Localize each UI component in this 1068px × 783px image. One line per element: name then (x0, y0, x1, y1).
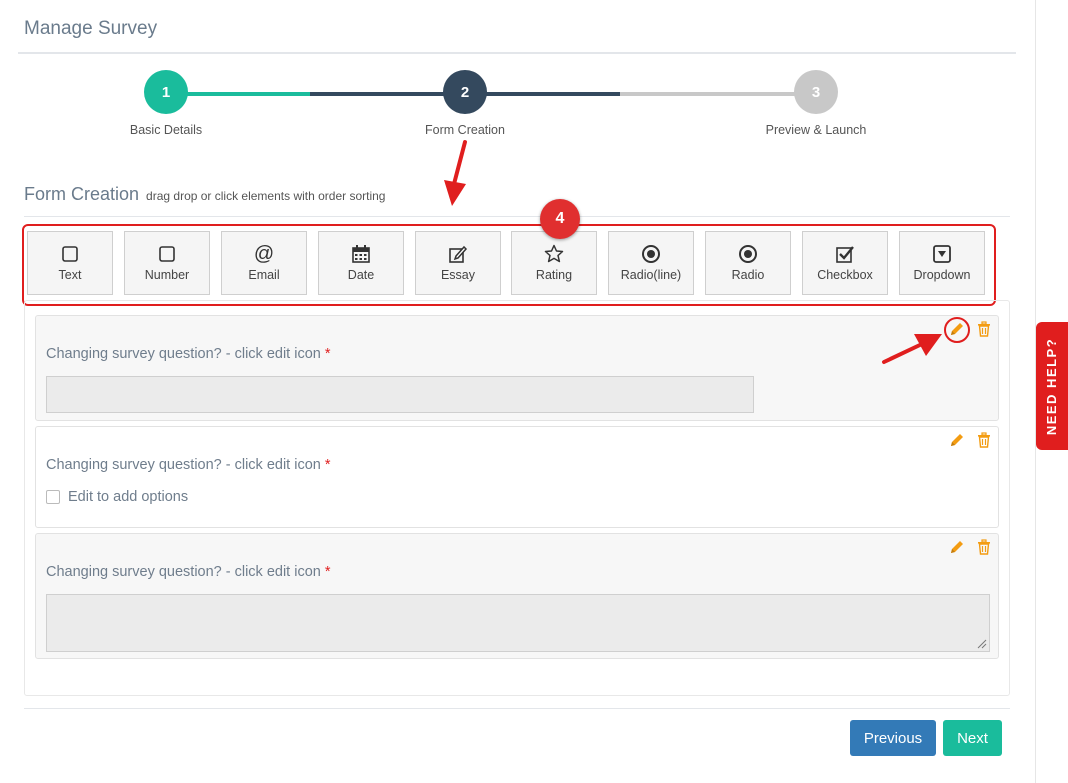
annotation-arrow-edit (882, 334, 942, 364)
step-3-label: Preview & Launch (765, 123, 867, 137)
footer-divider (24, 708, 1010, 709)
palette-email-label: Email (248, 268, 280, 282)
palette-essay-label: Essay (440, 268, 476, 282)
section-title: Form Creation (24, 184, 140, 204)
palette-essay-button[interactable]: Essay (415, 231, 501, 295)
palette-date-button[interactable]: Date (318, 231, 404, 295)
step-1-circle[interactable]: 1 (144, 70, 188, 114)
question-card-1[interactable]: Changing survey question? - click edit i… (35, 315, 999, 421)
annotation-arrow-down (444, 140, 467, 206)
stepper-line-complete (186, 92, 310, 96)
question-label: Changing survey question? - click edit i… (46, 564, 331, 580)
question-card-3[interactable]: Changing survey question? - click edit i… (35, 533, 999, 659)
question-card-2[interactable]: Changing survey question? - click edit i… (35, 426, 999, 528)
palette-checkbox-button[interactable]: Checkbox (802, 231, 888, 295)
palette-radio-label: Radio (731, 268, 765, 282)
trash-icon[interactable] (976, 539, 992, 555)
palette-radio-line-label: Radio(line) (620, 268, 682, 282)
palette-radio-line-button[interactable]: Radio(line) (608, 231, 694, 295)
edit-icon (448, 244, 468, 264)
step-1-label: Basic Details (129, 123, 203, 137)
question-text: Changing survey question? - click edit i… (46, 346, 321, 362)
question-text: Changing survey question? - click edit i… (46, 457, 321, 473)
at-icon: @ (253, 243, 275, 265)
step-2-circle[interactable]: 2 (443, 70, 487, 114)
trash-icon[interactable] (976, 321, 992, 337)
question-text: Changing survey question? - click edit i… (46, 564, 321, 580)
page-title: Manage Survey (24, 18, 158, 39)
section-subtitle: drag drop or click elements with order s… (146, 189, 386, 203)
square-icon (158, 244, 176, 264)
star-icon (544, 244, 564, 264)
palette-rating-label: Rating (535, 268, 573, 282)
next-button[interactable]: Next (943, 720, 1002, 756)
step-2-label: Form Creation (425, 123, 505, 137)
step-annotation-badge: 4 (540, 199, 580, 239)
question-label: Changing survey question? - click edit i… (46, 457, 331, 473)
required-marker: * (324, 457, 331, 473)
square-icon (61, 244, 79, 264)
option-label: Edit to add options (68, 489, 189, 505)
title-divider (18, 52, 1016, 54)
option-checkbox[interactable] (46, 490, 60, 504)
dropdown-icon (932, 244, 952, 264)
section-divider (24, 216, 1010, 217)
palette-date-label: Date (347, 268, 375, 282)
calendar-icon (351, 244, 371, 264)
section-heading: Form Creation drag drop or click element… (24, 184, 385, 205)
palette-checkbox-label: Checkbox (817, 268, 873, 282)
text-answer-field[interactable] (46, 376, 754, 413)
need-help-label: NEED HELP? (1044, 337, 1060, 435)
need-help-tab[interactable]: NEED HELP? (1036, 322, 1068, 450)
palette-email-button[interactable]: @ Email (221, 231, 307, 295)
palette-number-label: Number (144, 268, 190, 282)
palette-text-button[interactable]: Text (27, 231, 113, 295)
required-marker: * (324, 346, 331, 362)
palette-text-label: Text (58, 268, 82, 282)
previous-button[interactable]: Previous (850, 720, 936, 756)
question-label: Changing survey question? - click edit i… (46, 346, 331, 362)
palette-rating-button[interactable]: Rating (511, 231, 597, 295)
stepper-line-pending (620, 92, 796, 96)
required-marker: * (324, 564, 331, 580)
resize-handle-icon[interactable] (977, 639, 987, 649)
radio-icon (641, 244, 661, 264)
palette-dropdown-label: Dropdown (913, 268, 971, 282)
palette-number-button[interactable]: Number (124, 231, 210, 295)
edit-icon[interactable] (949, 432, 965, 448)
radio-icon (738, 244, 758, 264)
checkbox-option[interactable]: Edit to add options (46, 489, 188, 505)
edit-icon-highlight (944, 317, 970, 343)
trash-icon[interactable] (976, 432, 992, 448)
edit-icon[interactable] (949, 539, 965, 555)
palette-dropdown-button[interactable]: Dropdown (899, 231, 985, 295)
checkbox-icon (835, 244, 855, 264)
palette-radio-button[interactable]: Radio (705, 231, 791, 295)
essay-answer-field[interactable] (46, 594, 990, 652)
step-3-circle[interactable]: 3 (794, 70, 838, 114)
